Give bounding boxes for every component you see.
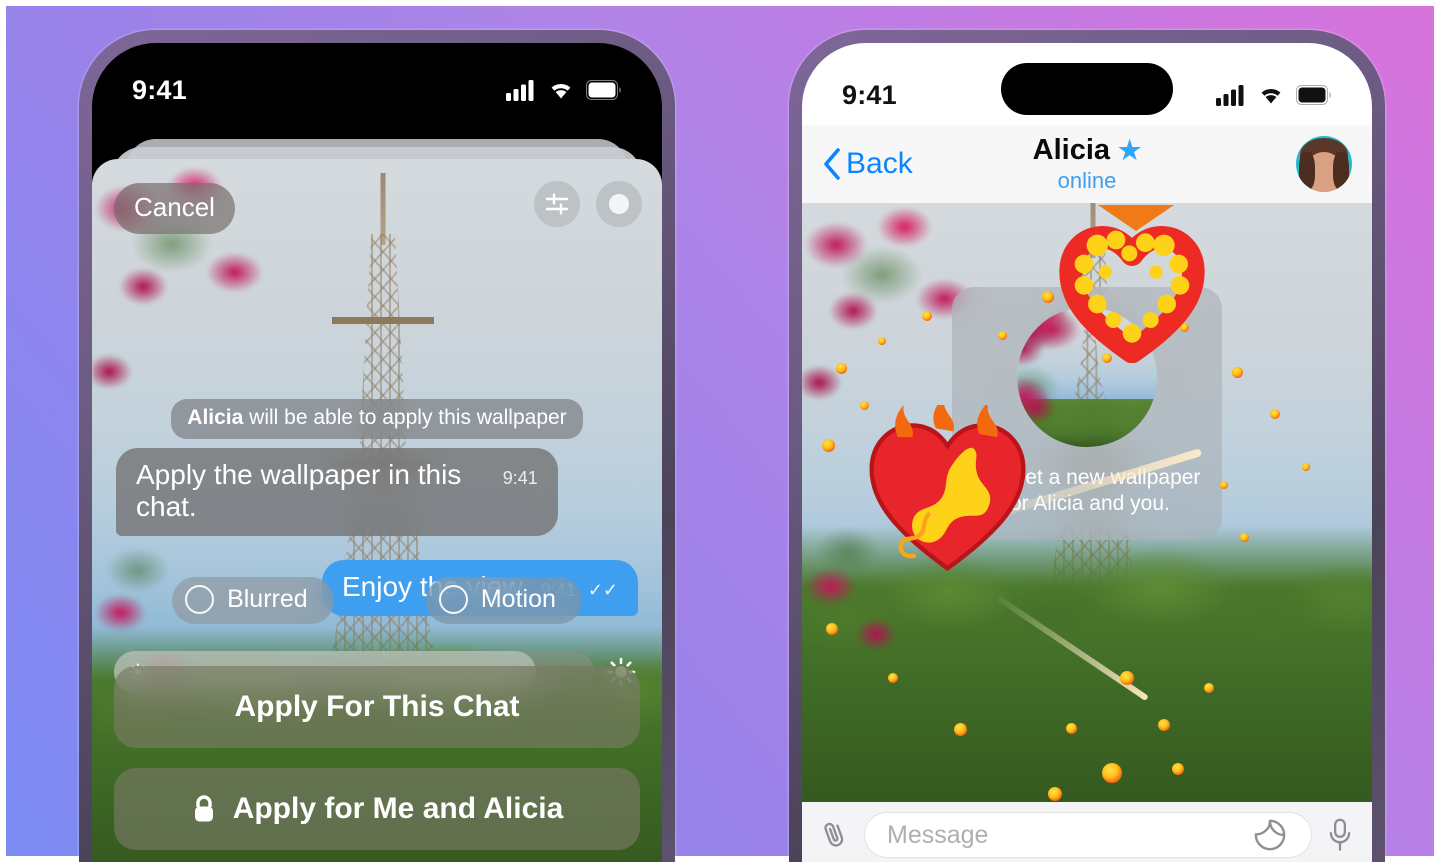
lock-icon <box>194 795 213 822</box>
chip-label: Blurred <box>227 585 308 613</box>
fire-ring-heart-sticker <box>1052 213 1212 364</box>
cellular-signal-icon <box>506 80 534 101</box>
radio-icon <box>185 585 215 614</box>
chat-title-text: Alicia <box>1032 134 1111 166</box>
dynamic-island <box>1001 63 1173 115</box>
left-screen: 9:41 Cancel Alicia will be able to apply… <box>92 43 662 862</box>
chat-nav-bar: Back Alicia ★ online <box>802 125 1372 203</box>
wifi-icon <box>551 83 571 99</box>
paperclip-icon <box>824 822 844 847</box>
message-text: Apply the wallpaper in this chat. <box>136 459 462 522</box>
chat-status-text: online <box>1057 168 1117 193</box>
avatar-hair-left <box>1299 152 1315 190</box>
phone-left: 9:41 Cancel Alicia will be able to apply… <box>79 30 675 862</box>
status-icons <box>506 79 622 101</box>
avatar[interactable] <box>1296 136 1352 192</box>
adjustments-icon <box>545 193 569 215</box>
chip-blurred[interactable]: Blurred <box>172 577 334 624</box>
service-message-name: Alicia <box>187 406 244 429</box>
apply-primary-label: Apply For This Chat <box>234 690 520 723</box>
cellular-signal-icon <box>1216 85 1244 106</box>
left-status-bar: 9:41 <box>92 43 662 119</box>
wallpaper-mode-chips: Blurred Motion <box>92 577 662 624</box>
paperclip-button[interactable] <box>815 815 854 855</box>
app-backdrop: 9:41 Cancel Alicia will be able to apply… <box>0 0 1440 862</box>
message-bubble-incoming: Apply the wallpaper in this chat. 9:41 <box>116 448 558 536</box>
service-message: Alicia will be able to apply this wallpa… <box>171 399 583 439</box>
tower-deck-upper <box>332 316 434 324</box>
chip-label: Motion <box>480 585 556 613</box>
avatar-hair-right <box>1333 152 1349 190</box>
message-placeholder: Message <box>887 820 989 849</box>
service-message-rest: will be able to apply this wallpaper <box>243 406 567 429</box>
radio-icon <box>438 585 468 614</box>
chevron-left-icon <box>824 148 840 180</box>
wallpaper-preview-sheet: Cancel Alicia will be able to apply this… <box>92 159 662 862</box>
apply-for-me-and-alicia-button[interactable]: Apply for Me and Alicia <box>114 768 640 850</box>
apply-for-this-chat-button[interactable]: Apply For This Chat <box>114 666 640 748</box>
battery-icon <box>1296 85 1331 105</box>
color-picker-button[interactable] <box>596 181 642 227</box>
chat-title: Alicia ★ <box>1033 134 1142 167</box>
chip-motion[interactable]: Motion <box>425 577 582 624</box>
right-screen: 9:41 Back Alicia ★ online You set a new … <box>802 43 1372 862</box>
sticker-button[interactable] <box>1254 819 1286 851</box>
apply-secondary-label: Apply for Me and Alicia <box>232 792 564 825</box>
burning-heart-sticker <box>860 396 1035 580</box>
microphone-button[interactable] <box>1326 818 1354 852</box>
chat-message-area: You set a new wallpaper for Alicia and y… <box>802 203 1372 802</box>
microphone-icon <box>1329 818 1351 851</box>
adjustments-button[interactable] <box>534 181 580 227</box>
back-label: Back <box>846 147 913 180</box>
phone-right: 9:41 Back Alicia ★ online You set a new … <box>789 30 1385 862</box>
premium-star-icon: ★ <box>1118 135 1142 165</box>
apply-buttons: Apply For This Chat Apply for Me and Ali… <box>114 666 640 850</box>
message-input-bar: Message <box>802 802 1372 862</box>
battery-icon <box>586 80 621 100</box>
wallpaper-tools <box>534 181 642 227</box>
trees-layer <box>1017 399 1157 447</box>
back-button[interactable]: Back <box>822 147 913 181</box>
message-time: 9:41 <box>502 468 538 488</box>
sticker-icon <box>1254 819 1286 851</box>
message-input[interactable]: Message <box>864 812 1312 858</box>
status-time: 9:41 <box>132 74 187 105</box>
wifi-icon <box>1261 88 1281 104</box>
cancel-button[interactable]: Cancel <box>114 183 235 234</box>
color-dot-icon <box>609 194 629 214</box>
status-icons <box>1216 84 1332 106</box>
status-time: 9:41 <box>842 79 897 110</box>
